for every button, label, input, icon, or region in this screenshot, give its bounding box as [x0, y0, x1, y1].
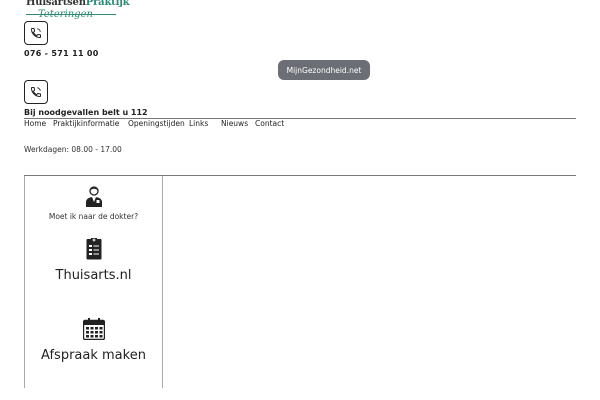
card-appointment[interactable]: Afspraak maken — [25, 318, 162, 363]
logo-location: Teteringen — [38, 9, 93, 20]
sidebar: Moet ik naar de dokter? Thuisarts.nl Afs… — [24, 176, 163, 388]
phone-icon — [30, 87, 41, 98]
mijngezondheid-button[interactable]: MijnGezondheid.net — [278, 60, 370, 80]
nav-item-nieuws[interactable]: Nieuws — [221, 119, 255, 131]
main-nav: Home Praktijkinformatie Openingstijden L… — [24, 119, 284, 131]
calendar-icon — [82, 318, 105, 340]
card-doctor-check[interactable]: Moet ik naar de dokter? — [25, 186, 162, 221]
nav-item-links[interactable]: Links — [189, 119, 221, 131]
clipboard-icon — [86, 238, 101, 260]
doctor-icon — [85, 186, 102, 207]
logo-text-part1: Huisartsen — [26, 0, 86, 8]
card-thuisarts[interactable]: Thuisarts.nl — [25, 238, 162, 283]
phone-number[interactable]: 076 - 571 11 00 — [24, 49, 99, 58]
nav-item-openingstijden[interactable]: Openingstijden — [128, 119, 189, 131]
card-label: Thuisarts.nl — [55, 268, 132, 283]
opening-hours: Werkdagen: 08.00 - 17.00 — [24, 145, 122, 154]
logo-text: HuisartsenPraktijk — [26, 0, 130, 8]
phone-icon — [30, 28, 41, 39]
nav-item-home[interactable]: Home — [24, 119, 53, 131]
logo-text-part2: Praktijk — [85, 0, 130, 8]
card-label: Moet ik naar de dokter? — [48, 212, 139, 221]
card-label: Afspraak maken — [41, 348, 146, 363]
call-button[interactable] — [24, 21, 48, 45]
nav-item-contact[interactable]: Contact — [255, 119, 284, 131]
emergency-call-button[interactable] — [24, 80, 48, 104]
emergency-notice: Bij noodgevallen belt u 112 — [24, 108, 148, 117]
nav-item-praktijkinformatie[interactable]: Praktijkinformatie — [53, 119, 128, 131]
